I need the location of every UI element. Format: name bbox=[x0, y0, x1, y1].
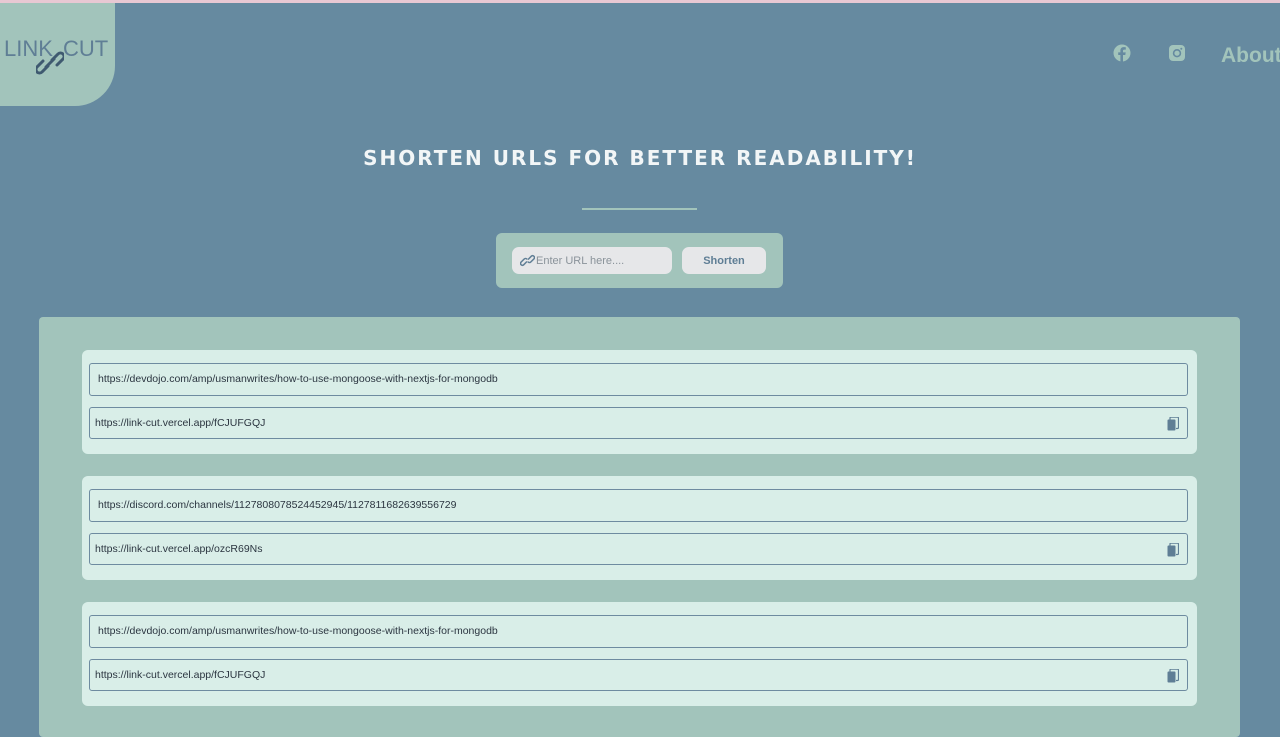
copy-icon[interactable] bbox=[1167, 669, 1179, 683]
result-card: https://discord.com/channels/11278080785… bbox=[82, 476, 1197, 580]
url-shortener-form: Shorten bbox=[496, 233, 783, 288]
copy-icon[interactable] bbox=[1167, 543, 1179, 557]
url-input[interactable] bbox=[536, 247, 666, 274]
result-card: https://devdojo.com/amp/usmanwrites/how-… bbox=[82, 602, 1197, 706]
short-url-field[interactable]: https://link-cut.vercel.app/fCJUFGQJ bbox=[89, 659, 1188, 691]
short-url-field[interactable]: https://link-cut.vercel.app/ozcR69Ns bbox=[89, 533, 1188, 565]
url-input-field[interactable] bbox=[512, 247, 672, 274]
short-url: https://link-cut.vercel.app/fCJUFGQJ bbox=[95, 417, 266, 429]
nav-about-link[interactable]: About bbox=[1221, 44, 1280, 68]
original-url[interactable]: https://devdojo.com/amp/usmanwrites/how-… bbox=[89, 615, 1188, 648]
logo-text-cut: CUT bbox=[63, 36, 109, 61]
result-card: https://devdojo.com/amp/usmanwrites/how-… bbox=[82, 350, 1197, 454]
link-icon bbox=[520, 254, 535, 267]
headline-divider bbox=[582, 208, 697, 210]
page-headline: SHORTEN URLS FOR BETTER READABILITY! bbox=[363, 146, 917, 170]
results-panel: https://devdojo.com/amp/usmanwrites/how-… bbox=[39, 317, 1240, 737]
original-url[interactable]: https://devdojo.com/amp/usmanwrites/how-… bbox=[89, 363, 1188, 396]
logo[interactable]: LINK CUT bbox=[0, 3, 115, 106]
top-strip bbox=[0, 0, 1280, 3]
short-url-field[interactable]: https://link-cut.vercel.app/fCJUFGQJ bbox=[89, 407, 1188, 439]
copy-icon[interactable] bbox=[1167, 417, 1179, 431]
chain-link-icon bbox=[36, 51, 64, 75]
instagram-icon[interactable] bbox=[1168, 44, 1186, 62]
facebook-icon[interactable] bbox=[1113, 44, 1131, 62]
short-url: https://link-cut.vercel.app/ozcR69Ns bbox=[95, 543, 263, 555]
shorten-button[interactable]: Shorten bbox=[682, 247, 766, 274]
short-url: https://link-cut.vercel.app/fCJUFGQJ bbox=[95, 669, 266, 681]
original-url[interactable]: https://discord.com/channels/11278080785… bbox=[89, 489, 1188, 522]
